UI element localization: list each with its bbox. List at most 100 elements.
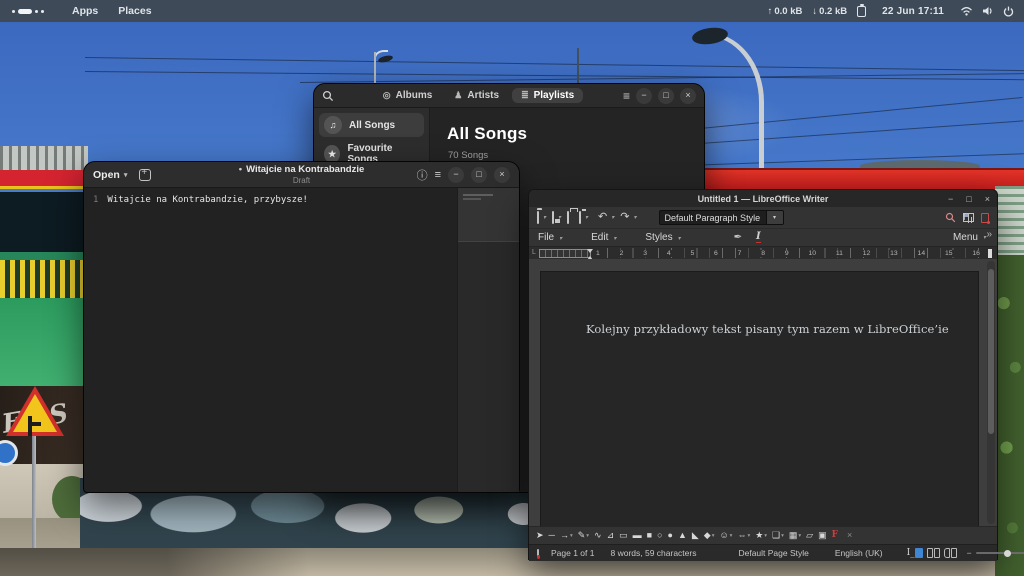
insert-mode-icon[interactable]: I_ — [907, 548, 915, 558]
shape-tool-icon[interactable]: ◆▾ — [704, 531, 715, 540]
shape-tool-icon[interactable]: ○▾ — [657, 531, 662, 540]
zoom-track[interactable] — [976, 552, 1024, 554]
shape-tool-icon[interactable]: ∿▾ — [594, 531, 602, 540]
undo-icon[interactable]: ↶ — [598, 212, 607, 223]
close-button[interactable]: × — [680, 88, 696, 104]
shape-tool-icon[interactable]: ●▾ — [668, 531, 673, 540]
text-language[interactable]: English (UK) — [835, 548, 883, 558]
shape-tool-icon[interactable]: ─▾ — [549, 531, 555, 540]
clock[interactable]: 22 Jun 17:11 — [882, 6, 944, 17]
zoom-handle[interactable] — [1004, 550, 1011, 557]
clear-formatting-icon[interactable]: I — [756, 232, 761, 243]
chevron-down-icon[interactable]: ▾ — [585, 214, 588, 221]
shape-tool-icon[interactable]: ☺▾ — [719, 531, 732, 540]
info-icon[interactable]: ⓘ — [417, 167, 428, 183]
minimap[interactable] — [457, 188, 519, 492]
tab-stop-selector-icon[interactable]: L — [532, 249, 536, 256]
wifi-icon[interactable] — [960, 6, 973, 16]
music-tab[interactable]: ♟Artists — [445, 88, 508, 103]
places-menu[interactable]: Places — [108, 5, 161, 17]
book-view-icon[interactable] — [944, 548, 957, 558]
apps-menu[interactable]: Apps — [62, 5, 108, 17]
close-button[interactable]: × — [494, 167, 510, 183]
right-structure — [995, 186, 1024, 256]
minimize-button[interactable]: − — [636, 88, 652, 104]
bridge-railing — [0, 252, 88, 300]
shape-tool-icon[interactable]: F▾ — [832, 531, 838, 540]
edit-menu[interactable]: Edit▾ — [591, 232, 616, 243]
shape-tool-icon[interactable]: ×▾ — [843, 531, 852, 540]
multi-page-view-icon[interactable] — [927, 548, 940, 558]
shape-tool-icon[interactable]: ◣▾ — [692, 531, 699, 540]
maximize-button[interactable]: □ — [966, 194, 971, 204]
paragraph-style-combobox[interactable]: Default Paragraph Style ▾ — [659, 210, 784, 225]
track-changes-icon[interactable] — [981, 213, 989, 223]
save-icon[interactable] — [552, 212, 554, 223]
page-style[interactable]: Default Page Style — [738, 548, 808, 558]
bridge-structure: ENS — [0, 146, 88, 576]
maximize-button[interactable]: □ — [471, 167, 487, 183]
shape-tool-icon[interactable]: ⊿▾ — [607, 531, 615, 540]
word-count[interactable]: 8 words, 59 characters — [610, 548, 696, 558]
bridge-green-wall — [0, 298, 88, 388]
workspace-indicator-icon[interactable] — [12, 9, 44, 14]
open-button[interactable]: Open▾ — [93, 169, 127, 181]
paragraph-style-value: Default Paragraph Style — [659, 210, 767, 225]
chevron-down-icon[interactable]: ▾ — [543, 214, 546, 221]
shape-tool-icon[interactable]: ■▾ — [647, 531, 652, 540]
zoom-out-icon[interactable]: − — [967, 548, 972, 558]
menu-icon[interactable]: ≡ — [623, 89, 630, 103]
zoom-slider[interactable]: − + — [967, 548, 1024, 558]
shape-tool-icon[interactable]: ▦▾ — [789, 531, 801, 540]
ruler-right-margin-handle[interactable] — [988, 249, 992, 258]
shape-tool-icon[interactable]: ➤▾ — [536, 531, 544, 540]
hamburger-menu[interactable]: Menu▾ — [953, 232, 988, 243]
minimize-button[interactable]: − — [448, 167, 464, 183]
redo-icon[interactable]: ↷ — [620, 212, 629, 223]
print-icon[interactable] — [567, 212, 569, 223]
minimize-button[interactable]: − — [948, 194, 953, 204]
music-tab[interactable]: ◎Albums — [374, 88, 442, 103]
horizontal-ruler[interactable]: L 12345678910111213141516 — [529, 246, 997, 259]
shape-tool-icon[interactable]: ▬▾ — [633, 531, 642, 540]
shape-tool-icon[interactable]: ❑▾ — [772, 531, 784, 540]
editor-title: •Witajcie na Kontrabandzie Draft — [239, 165, 364, 185]
indent-marker-icon[interactable] — [587, 249, 593, 256]
shape-tool-icon[interactable]: ▲▾ — [678, 531, 687, 540]
menu-icon[interactable]: ≡ — [435, 169, 441, 181]
paste-icon[interactable] — [579, 212, 581, 223]
page-count[interactable]: Page 1 of 1 — [551, 548, 594, 558]
insert-table-icon[interactable] — [963, 213, 974, 222]
modified-indicator-icon[interactable] — [537, 549, 539, 558]
clipboard-icon[interactable] — [857, 6, 866, 17]
search-icon[interactable] — [322, 90, 334, 102]
document-page[interactable]: Kolejny przykładowy tekst pisany tym raz… — [541, 272, 978, 526]
toolbar-overflow-icon[interactable]: » — [986, 229, 992, 240]
shape-tool-icon[interactable]: ▣▾ — [818, 531, 827, 540]
find-replace-icon[interactable] — [945, 212, 956, 223]
shape-tool-icon[interactable]: ★▾ — [755, 531, 767, 540]
clone-formatting-icon[interactable]: ✒ — [734, 232, 742, 243]
single-page-view-icon[interactable] — [915, 548, 923, 558]
editor-text-area[interactable]: 1Witajcie na Kontrabandzie, przybysze! — [84, 188, 519, 492]
shape-tool-icon[interactable]: ▭▾ — [619, 531, 628, 540]
maximize-button[interactable]: □ — [658, 88, 674, 104]
music-tab[interactable]: ≣Playlists — [512, 88, 583, 103]
shape-tool-icon[interactable]: ✎▾ — [578, 531, 589, 540]
new-tab-button[interactable] — [139, 169, 151, 181]
combobox-dropdown-button[interactable]: ▾ — [767, 210, 784, 225]
styles-menu[interactable]: Styles▾ — [645, 232, 680, 243]
shape-tool-icon[interactable]: ▱▾ — [806, 531, 813, 540]
chevron-down-icon[interactable]: ▾ — [634, 214, 637, 221]
sidebar-playlist-item[interactable]: ♫All Songs — [319, 113, 424, 137]
power-icon[interactable] — [1003, 6, 1014, 17]
chevron-down-icon[interactable]: ▾ — [611, 214, 614, 221]
open-icon[interactable] — [537, 212, 539, 223]
shape-tool-icon[interactable]: ⇔▾ — [737, 531, 750, 540]
file-menu[interactable]: File▾ — [538, 232, 562, 243]
vertical-scrollbar[interactable] — [987, 261, 995, 524]
shape-tool-icon[interactable]: →▾ — [560, 531, 573, 540]
close-button[interactable]: × — [985, 194, 990, 204]
scrollbar-thumb[interactable] — [988, 269, 994, 434]
volume-icon[interactable] — [982, 6, 994, 16]
